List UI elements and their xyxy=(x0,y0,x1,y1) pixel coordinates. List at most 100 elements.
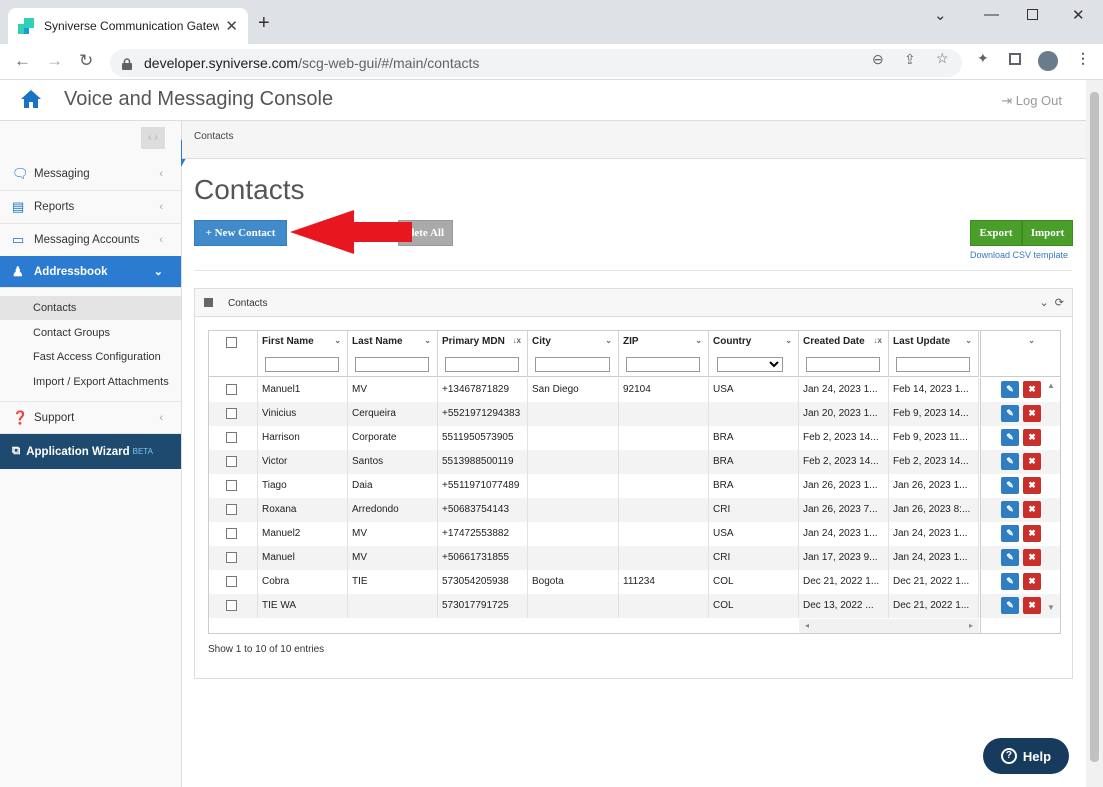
tab-search-icon[interactable]: ⌄ xyxy=(934,6,947,24)
scroll-right-icon[interactable]: ▸ xyxy=(969,621,973,630)
edit-icon[interactable]: ✎ xyxy=(1001,501,1019,518)
row-checkbox[interactable] xyxy=(226,504,237,515)
sidebar-subitem-import-export[interactable]: Import / Export Attachments xyxy=(0,370,181,394)
table-row[interactable]: TIE WA 573017791725 COL Dec 13, 2022 ... Dec… xyxy=(209,594,979,618)
bookmark-star-icon[interactable]: ☆ xyxy=(936,50,949,67)
scroll-up-icon[interactable]: ▲ xyxy=(1047,381,1055,390)
row-checkbox[interactable] xyxy=(226,600,237,611)
edit-icon[interactable]: ✎ xyxy=(1001,381,1019,398)
edit-icon[interactable]: ✎ xyxy=(1001,597,1019,614)
filter-first-name[interactable] xyxy=(265,357,339,372)
scroll-left-icon[interactable]: ◂ xyxy=(805,621,809,630)
profile-avatar[interactable] xyxy=(1038,51,1058,71)
minimize-icon[interactable]: — xyxy=(984,6,999,23)
back-icon[interactable]: ← xyxy=(14,51,31,71)
scroll-down-icon[interactable]: ▼ xyxy=(1047,603,1055,612)
sort-icon[interactable]: ⌄ xyxy=(965,336,972,345)
filter-zip[interactable] xyxy=(626,357,700,372)
edit-icon[interactable]: ✎ xyxy=(1001,405,1019,422)
zoom-icon[interactable]: ⊖ xyxy=(872,51,884,68)
download-csv-link[interactable]: Download CSV template xyxy=(970,250,1068,260)
sort-icon[interactable]: ⌄ xyxy=(785,336,792,345)
edit-icon[interactable]: ✎ xyxy=(1001,549,1019,566)
sidebar-item-reports[interactable]: ▤ Reports ‹ xyxy=(0,191,181,224)
sidebar-item-messaging-accounts[interactable]: ▭ Messaging Accounts ‹ xyxy=(0,224,181,257)
sort-icon[interactable]: ⌄ xyxy=(424,336,431,345)
edit-icon[interactable]: ✎ xyxy=(1001,429,1019,446)
side-panel-icon[interactable] xyxy=(1009,53,1021,65)
sort-icon[interactable]: ⌄ xyxy=(695,336,702,345)
delete-icon[interactable]: ✖ xyxy=(1023,477,1041,494)
edit-icon[interactable]: ✎ xyxy=(1001,477,1019,494)
sidebar-subitem-contacts[interactable]: Contacts xyxy=(0,296,181,320)
delete-icon[interactable]: ✖ xyxy=(1023,453,1041,470)
breadcrumb-item[interactable]: Contacts xyxy=(194,131,233,142)
row-checkbox[interactable] xyxy=(226,552,237,563)
chevron-down-icon[interactable]: ⌄ xyxy=(1028,336,1035,345)
column-header-last-name[interactable]: Last Name ⌄ xyxy=(348,331,438,377)
sort-icon[interactable]: ⌄ xyxy=(605,336,612,345)
delete-icon[interactable]: ✖ xyxy=(1023,525,1041,542)
browser-tab[interactable]: Syniverse Communication Gatew ✕ xyxy=(8,8,248,44)
filter-created-date[interactable] xyxy=(806,357,880,372)
table-row[interactable]: Roxana Arredondo +50683754143 CRI Jan 26, 20… xyxy=(209,498,979,522)
table-row[interactable]: Manuel MV +50661731855 CRI Jan 17, 2023 9...… xyxy=(209,546,979,570)
sidebar-item-messaging[interactable]: 🗨 Messaging ‹ xyxy=(0,158,181,191)
edit-icon[interactable]: ✎ xyxy=(1001,573,1019,590)
column-header-primary-mdn[interactable]: Primary MDN ↓x xyxy=(438,331,528,377)
sidebar-subitem-fast-access[interactable]: Fast Access Configuration xyxy=(0,345,181,369)
select-all-checkbox[interactable] xyxy=(226,337,237,348)
sidebar-item-addressbook[interactable]: ♟ Addressbook ⌄ xyxy=(0,256,181,288)
filter-last-name[interactable] xyxy=(355,357,429,372)
collapse-chevron-icon[interactable]: ⌄ xyxy=(1039,297,1048,309)
delete-icon[interactable]: ✖ xyxy=(1023,597,1041,614)
browser-menu-icon[interactable]: ⋮ xyxy=(1076,50,1090,67)
row-checkbox[interactable] xyxy=(226,456,237,467)
table-row[interactable]: Tiago Daia +5511971077489 BRA Jan 26, 2023 1… xyxy=(209,474,979,498)
table-row[interactable]: Manuel2 MV +17472553882 USA Jan 24, 2023 1..… xyxy=(209,522,979,546)
export-button[interactable]: Export xyxy=(970,220,1022,246)
table-row[interactable]: Victor Santos 5513988500119 BRA Feb 2, 2023 … xyxy=(209,450,979,474)
table-row[interactable]: Manuel1 MV +13467871829 San Diego 92104 USA Ja… xyxy=(209,378,979,402)
table-row[interactable]: Harrison Corporate 5511950573905 BRA Feb 2, … xyxy=(209,426,979,450)
sort-icon[interactable]: ↓x xyxy=(874,336,882,345)
sort-icon[interactable]: ↓x xyxy=(513,336,521,345)
horizontal-scrollbar[interactable]: ◂ ▸ xyxy=(799,619,979,633)
column-header-city[interactable]: City ⌄ xyxy=(528,331,619,377)
new-tab-icon[interactable]: + xyxy=(258,12,270,35)
table-row[interactable]: Vinicius Cerqueira +5521971294383 Jan 20, 2… xyxy=(209,402,979,426)
sidebar-subitem-contact-groups[interactable]: Contact Groups xyxy=(0,321,181,345)
reload-icon[interactable]: ↻ xyxy=(79,51,93,71)
tab-close-icon[interactable]: ✕ xyxy=(225,17,238,35)
column-header-country[interactable]: Country ⌄ xyxy=(709,331,799,377)
sidebar-collapse-button[interactable]: ‹ › xyxy=(141,127,165,149)
delete-icon[interactable]: ✖ xyxy=(1023,573,1041,590)
row-checkbox[interactable] xyxy=(226,528,237,539)
column-header-last-update[interactable]: Last Update ⌄ xyxy=(889,331,979,377)
delete-icon[interactable]: ✖ xyxy=(1023,549,1041,566)
delete-icon[interactable]: ✖ xyxy=(1023,429,1041,446)
delete-icon[interactable]: ✖ xyxy=(1023,381,1041,398)
table-row[interactable]: Cobra TIE 573054205938 Bogota 111234 COL Dec 2… xyxy=(209,570,979,594)
delete-icon[interactable]: ✖ xyxy=(1023,405,1041,422)
home-icon[interactable] xyxy=(20,88,42,110)
page-scrollbar[interactable] xyxy=(1086,80,1103,787)
column-header-created-date[interactable]: Created Date ↓x xyxy=(799,331,889,377)
edit-icon[interactable]: ✎ xyxy=(1001,525,1019,542)
filter-city[interactable] xyxy=(535,357,610,372)
url-bar[interactable]: developer.syniverse.com/scg-web-gui/#/ma… xyxy=(110,49,962,77)
sidebar-item-support[interactable]: ❓ Support ‹ xyxy=(0,401,181,434)
filter-country[interactable] xyxy=(717,357,783,372)
filter-primary-mdn[interactable] xyxy=(445,357,519,372)
forward-icon[interactable]: → xyxy=(46,51,63,71)
sort-icon[interactable]: ⌄ xyxy=(334,336,341,345)
refresh-icon[interactable]: ⟳ xyxy=(1055,297,1064,309)
application-wizard-link[interactable]: ⧉ Application Wizard BETA xyxy=(0,434,181,469)
column-header-first-name[interactable]: First Name ⌄ xyxy=(258,331,348,377)
import-button[interactable]: Import xyxy=(1022,220,1073,246)
extensions-icon[interactable]: ✦ xyxy=(977,50,989,67)
row-checkbox[interactable] xyxy=(226,480,237,491)
filter-last-update[interactable] xyxy=(896,357,970,372)
scrollbar-thumb[interactable] xyxy=(1090,92,1099,762)
logout-link[interactable]: ⇥ Log Out xyxy=(1001,93,1062,109)
